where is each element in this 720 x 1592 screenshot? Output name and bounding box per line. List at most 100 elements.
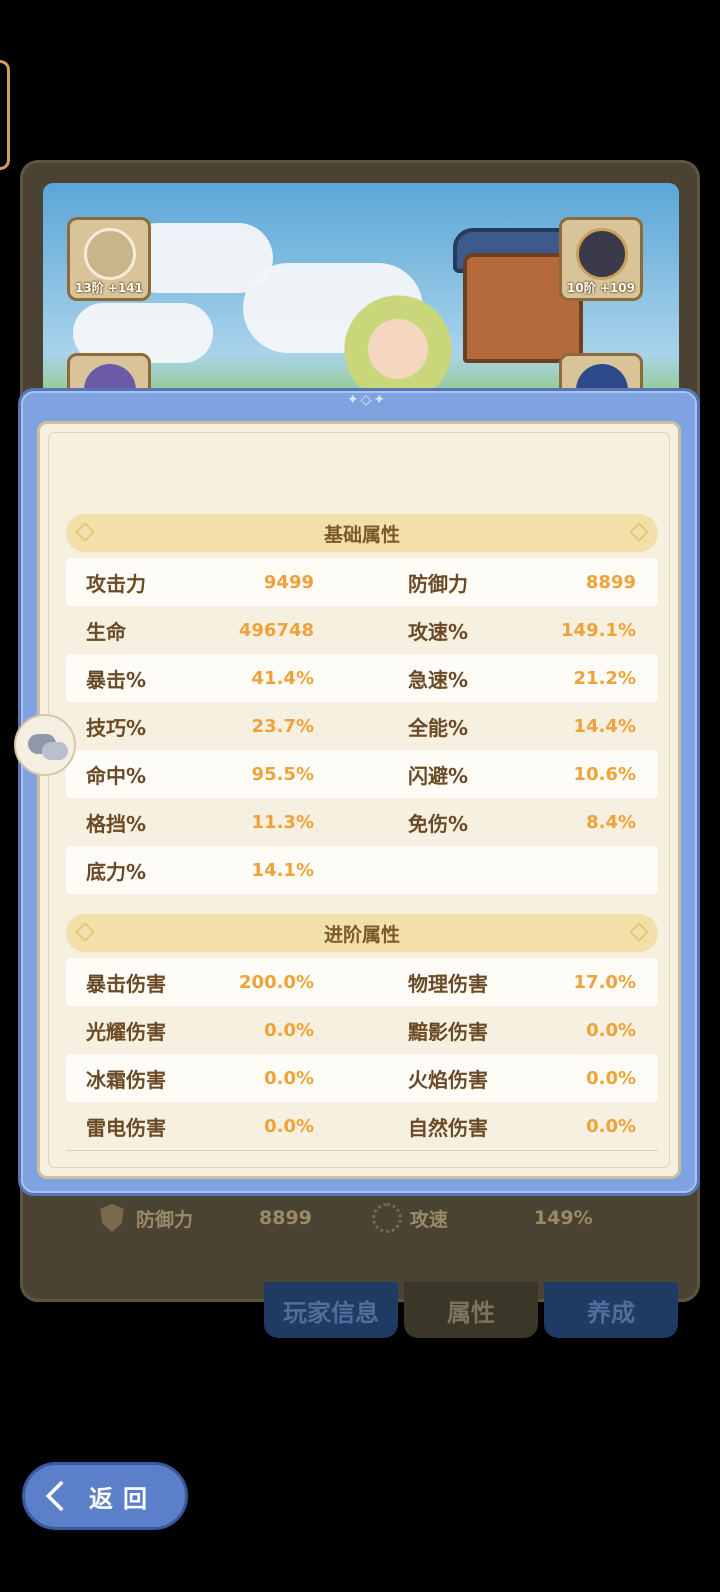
- stat-label: 自然伤害: [408, 1115, 488, 1140]
- attributes-modal: ✦◇✦ 基础属性 攻击力 9499 防御力 8899 生命 496748 攻速%…: [18, 388, 700, 1196]
- bg-defense-label: 防御力: [136, 1208, 194, 1231]
- stat-value: 0.0%: [264, 1019, 314, 1041]
- shield-icon: [100, 1204, 124, 1232]
- stat-value: 10.6%: [573, 763, 636, 785]
- stat-row: 技巧% 23.7% 全能% 14.4%: [66, 702, 658, 750]
- bg-speed-label: 攻速: [409, 1208, 448, 1231]
- stat-row: 雷电伤害 0.0% 自然伤害 0.0%: [66, 1102, 658, 1150]
- stat-cell: 冰霜伤害 0.0%: [66, 1054, 362, 1102]
- stat-value: 41.4%: [251, 667, 314, 689]
- attack-speed-icon: [371, 1203, 402, 1233]
- stat-cell: 生命 496748: [66, 606, 362, 654]
- chat-button[interactable]: [14, 714, 76, 776]
- stat-value: 0.0%: [586, 1115, 636, 1137]
- stat-value: 14.1%: [251, 859, 314, 881]
- chat-bubble-icon: [42, 742, 68, 760]
- stat-label: 急速%: [408, 667, 469, 692]
- stat-value: 95.5%: [251, 763, 314, 785]
- stat-cell: 急速% 21.2%: [362, 654, 658, 702]
- stat-row: 暴击% 41.4% 急速% 21.2%: [66, 654, 658, 702]
- equip-slot-helmet[interactable]: 10阶 +109: [559, 217, 643, 301]
- stat-label: 火焰伤害: [408, 1067, 488, 1092]
- stat-cell: 火焰伤害 0.0%: [362, 1054, 658, 1102]
- stat-cell: 命中% 95.5%: [66, 750, 362, 798]
- stat-cell: 暴击伤害 200.0%: [66, 958, 362, 1006]
- tab-attributes[interactable]: 属性: [404, 1282, 538, 1338]
- bow-icon: [84, 228, 136, 280]
- stat-cell: 免伤% 8.4%: [362, 798, 658, 846]
- advanced-attributes-header: 进阶属性: [66, 914, 658, 952]
- stat-cell: 格挡% 11.3%: [66, 798, 362, 846]
- stat-label: 黯影伤害: [408, 1019, 488, 1044]
- back-arrow-icon: [45, 1480, 77, 1512]
- bg-speed-value: 149%: [533, 1207, 593, 1229]
- left-frame-edge: [0, 60, 10, 170]
- stat-value: 14.4%: [573, 715, 636, 737]
- advanced-attributes-title: 进阶属性: [323, 923, 400, 946]
- stat-label: 生命: [86, 619, 126, 644]
- diamond-icon: [629, 522, 649, 542]
- back-button[interactable]: 返回: [22, 1462, 188, 1530]
- stat-value: 0.0%: [264, 1067, 314, 1089]
- stat-row: 底力% 14.1%: [66, 846, 658, 894]
- tab-bar: 玩家信息 属性 养成: [264, 1282, 678, 1338]
- stat-cell: 闪避% 10.6%: [362, 750, 658, 798]
- basic-attributes-title: 基础属性: [323, 523, 400, 546]
- modal-top-ornament: ✦◇✦: [346, 392, 388, 408]
- stat-label: 暴击伤害: [86, 971, 166, 996]
- stat-row: 命中% 95.5% 闪避% 10.6%: [66, 750, 658, 798]
- stat-cell: 全能% 14.4%: [362, 702, 658, 750]
- stat-cell: 自然伤害 0.0%: [362, 1102, 658, 1150]
- stat-label: 闪避%: [408, 763, 469, 788]
- stat-value: 11.3%: [251, 811, 314, 833]
- stat-cell: 暴击% 41.4%: [66, 654, 362, 702]
- stat-value: 0.0%: [586, 1019, 636, 1041]
- equip-level-weapon: 13阶 +141: [75, 281, 143, 295]
- bg-defense-value: 8899: [259, 1207, 312, 1229]
- diamond-icon: [75, 922, 95, 942]
- equip-slot-weapon[interactable]: 13阶 +141: [67, 217, 151, 301]
- back-button-label: 返回: [89, 1484, 157, 1513]
- stat-label: 攻速%: [408, 619, 469, 644]
- stat-label: 雷电伤害: [86, 1115, 166, 1140]
- stat-cell: 防御力 8899: [362, 558, 658, 606]
- stat-label: 底力%: [86, 859, 147, 884]
- stat-value: 496748: [238, 619, 314, 641]
- stat-value: 0.0%: [264, 1115, 314, 1137]
- divider: [66, 1150, 658, 1151]
- equip-level-helmet: 10阶 +109: [567, 281, 635, 295]
- stat-value: 9499: [263, 571, 314, 593]
- stat-label: 光耀伤害: [86, 1019, 166, 1044]
- stat-cell-empty: [362, 846, 658, 894]
- stat-value: 23.7%: [251, 715, 314, 737]
- stat-value: 0.0%: [586, 1067, 636, 1089]
- stat-row: 攻击力 9499 防御力 8899: [66, 558, 658, 606]
- stat-cell: 黯影伤害 0.0%: [362, 1006, 658, 1054]
- stat-row: 暴击伤害 200.0% 物理伤害 17.0%: [66, 958, 658, 1006]
- stat-value: 149.1%: [561, 619, 636, 641]
- stat-label: 暴击%: [86, 667, 147, 692]
- stat-label: 防御力: [408, 571, 468, 596]
- attributes-panel: 基础属性 攻击力 9499 防御力 8899 生命 496748 攻速% 149…: [37, 421, 681, 1179]
- stat-label: 攻击力: [86, 571, 146, 596]
- stat-label: 命中%: [86, 763, 147, 788]
- stat-row: 格挡% 11.3% 免伤% 8.4%: [66, 798, 658, 846]
- basic-attributes-header: 基础属性: [66, 514, 658, 552]
- stat-label: 全能%: [408, 715, 469, 740]
- stat-label: 物理伤害: [408, 971, 488, 996]
- stat-cell: 技巧% 23.7%: [66, 702, 362, 750]
- background-stat-row: 防御力 8899 攻速 149%: [100, 1198, 620, 1238]
- stat-row: 生命 496748 攻速% 149.1%: [66, 606, 658, 654]
- stat-value: 8.4%: [586, 811, 636, 833]
- stat-cell: 攻击力 9499: [66, 558, 362, 606]
- tab-cultivation[interactable]: 养成: [544, 1282, 678, 1338]
- stat-value: 8899: [585, 571, 636, 593]
- stat-cell: 光耀伤害 0.0%: [66, 1006, 362, 1054]
- stat-value: 21.2%: [573, 667, 636, 689]
- stat-row: 光耀伤害 0.0% 黯影伤害 0.0%: [66, 1006, 658, 1054]
- stat-label: 免伤%: [408, 811, 469, 836]
- tab-player-info[interactable]: 玩家信息: [264, 1282, 398, 1338]
- diamond-icon: [75, 522, 95, 542]
- stat-cell: 雷电伤害 0.0%: [66, 1102, 362, 1150]
- stat-row: 冰霜伤害 0.0% 火焰伤害 0.0%: [66, 1054, 658, 1102]
